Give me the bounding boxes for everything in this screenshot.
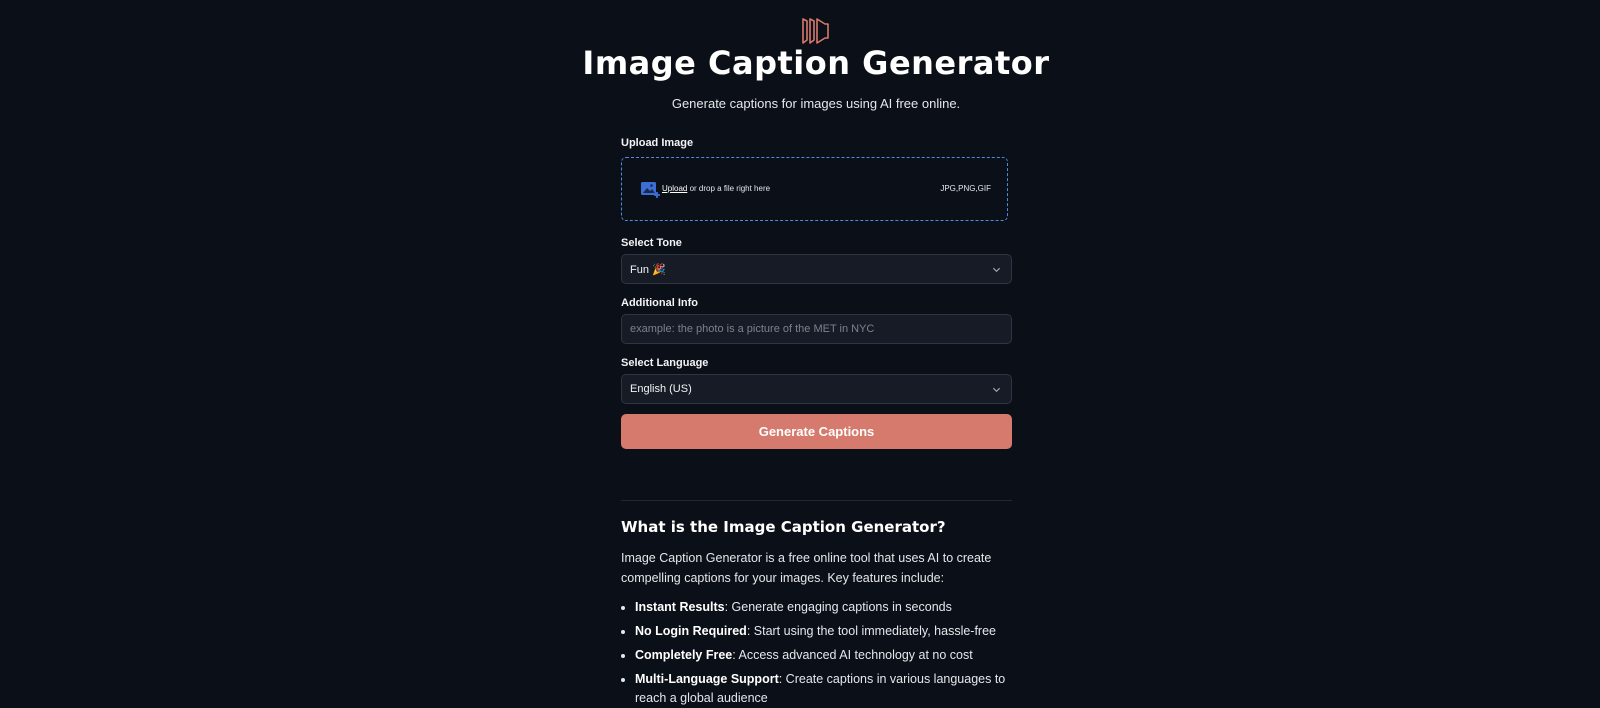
additional-info-placeholder: example: the photo is a picture of the M… <box>630 323 875 335</box>
file-types: JPG,PNG,GIF <box>940 184 991 193</box>
chevron-down-icon <box>992 267 1001 273</box>
list-item: Instant Results: Generate engaging capti… <box>635 598 1026 617</box>
upload-label: Upload Image <box>621 137 694 149</box>
page-title: Image Caption Generator <box>582 44 1050 82</box>
language-selected-value: English (US) <box>630 383 692 395</box>
feature-list: Instant Results: Generate engaging capti… <box>621 598 1026 708</box>
feature-text: : Generate engaging captions in seconds <box>724 600 952 614</box>
page: Image Caption Generator Generate caption… <box>0 0 1600 708</box>
additional-info-label: Additional Info <box>621 297 698 309</box>
feature-title: Instant Results <box>635 600 725 614</box>
list-item: No Login Required: Start using the tool … <box>635 622 1026 641</box>
list-item: Multi-Language Support: Create captions … <box>635 670 1026 708</box>
about-heading: What is the Image Caption Generator? <box>621 518 946 536</box>
about-intro: Image Caption Generator is a free online… <box>621 551 992 585</box>
tone-select[interactable]: Fun 🎉 <box>621 254 1012 284</box>
additional-info-input[interactable]: example: the photo is a picture of the M… <box>621 314 1012 344</box>
generate-captions-button[interactable]: Generate Captions <box>621 414 1012 449</box>
section-divider <box>621 500 1012 501</box>
language-label: Select Language <box>621 357 709 369</box>
upload-instructions: Upload or drop a file right here <box>662 184 770 193</box>
document-brackets-icon <box>802 18 829 44</box>
language-select[interactable]: English (US) <box>621 374 1012 404</box>
feature-text: : Access advanced AI technology at no co… <box>732 648 973 662</box>
chevron-down-icon <box>992 387 1001 393</box>
list-item: Completely Free: Access advanced AI tech… <box>635 646 1026 665</box>
tone-selected-value: Fun 🎉 <box>630 264 666 276</box>
feature-title: No Login Required <box>635 624 747 638</box>
feature-title: Completely Free <box>635 648 733 662</box>
feature-text: : Start using the tool immediately, hass… <box>746 624 997 638</box>
upload-dropzone[interactable]: Upload or drop a file right here JPG,PNG… <box>621 157 1008 221</box>
feature-title: Multi-Language Support <box>635 672 779 686</box>
image-add-icon <box>641 182 660 198</box>
upload-link[interactable]: Upload <box>662 184 687 193</box>
page-subtitle: Generate captions for images using AI fr… <box>671 96 961 111</box>
tone-label: Select Tone <box>621 237 682 249</box>
drop-text: or drop a file right here <box>687 184 771 193</box>
